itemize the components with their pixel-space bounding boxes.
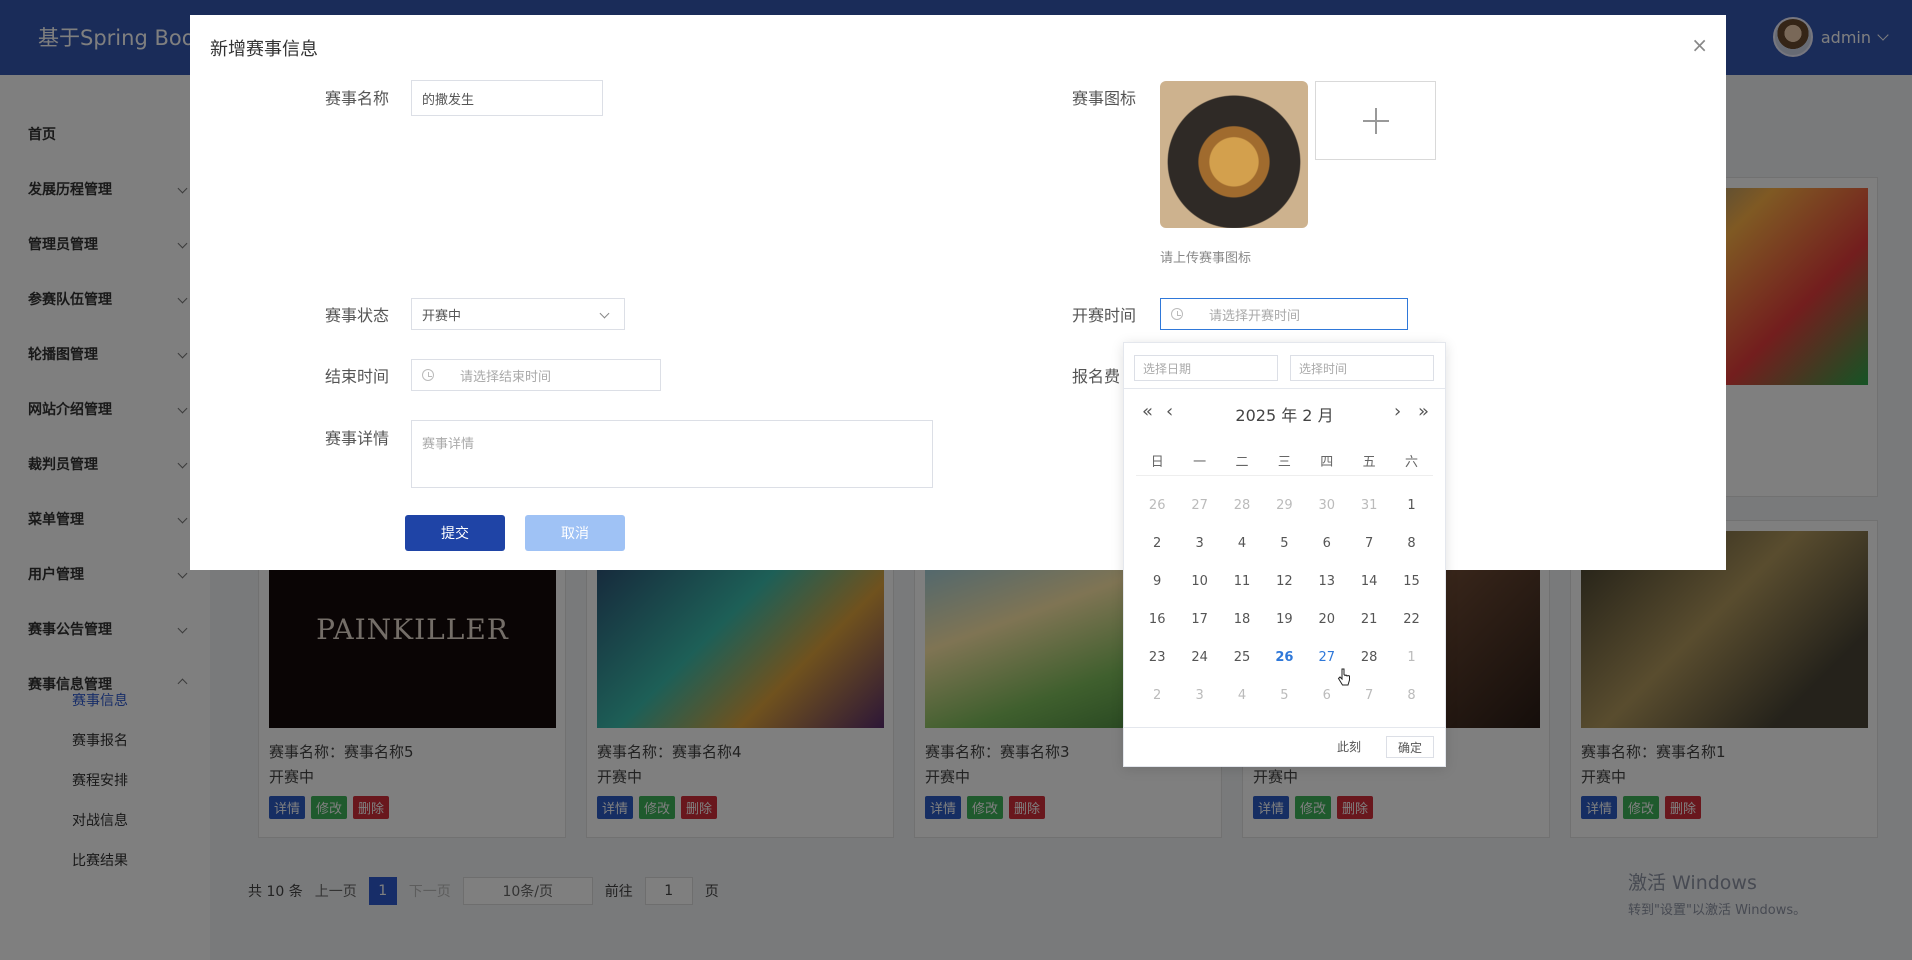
now-button[interactable]: 此刻 bbox=[1337, 738, 1361, 755]
calendar-day[interactable]: 9 bbox=[1136, 574, 1178, 589]
calendar-day[interactable]: 7 bbox=[1348, 536, 1390, 551]
hand-cursor-icon bbox=[1337, 668, 1350, 686]
calendar-day[interactable]: 14 bbox=[1348, 574, 1390, 589]
calendar-day[interactable]: 31 bbox=[1348, 498, 1390, 513]
calendar-day-hovered[interactable]: 27 bbox=[1306, 650, 1348, 665]
calendar-day[interactable]: 25 bbox=[1221, 650, 1263, 665]
close-icon[interactable]: × bbox=[1691, 33, 1708, 57]
fee-label: 报名费 bbox=[1072, 367, 1121, 386]
clock-icon bbox=[1171, 308, 1183, 320]
calendar-day[interactable]: 1 bbox=[1390, 498, 1432, 513]
calendar-week: 2 3 4 5 6 7 8 bbox=[1136, 676, 1433, 714]
start-time-label: 开赛时间 bbox=[1072, 306, 1137, 325]
calendar-day[interactable]: 17 bbox=[1178, 612, 1220, 627]
calendar-week: 23 24 25 26 27 28 1 bbox=[1136, 638, 1433, 676]
weekday-header: 日 一 二 三 四 五 六 bbox=[1136, 446, 1433, 476]
calendar-day[interactable]: 2 bbox=[1136, 536, 1178, 551]
calendar-day[interactable]: 5 bbox=[1263, 536, 1305, 551]
calendar-day-today[interactable]: 26 bbox=[1263, 650, 1305, 665]
calendar-day[interactable]: 19 bbox=[1263, 612, 1305, 627]
calendar-day[interactable]: 26 bbox=[1136, 498, 1178, 513]
calendar-day[interactable]: 5 bbox=[1263, 688, 1305, 703]
upload-button[interactable] bbox=[1315, 81, 1436, 160]
clock-icon bbox=[422, 369, 434, 381]
add-event-dialog: 新增赛事信息 × 赛事名称 的撒发生 赛事图标 请上传赛事图标 赛事状态 开赛中… bbox=[190, 15, 1726, 570]
calendar-day[interactable]: 13 bbox=[1306, 574, 1348, 589]
chevron-down-icon bbox=[599, 308, 610, 319]
calendar-day[interactable]: 11 bbox=[1221, 574, 1263, 589]
calendar-day[interactable]: 4 bbox=[1221, 688, 1263, 703]
calendar-day[interactable]: 6 bbox=[1306, 688, 1348, 703]
calendar-day[interactable]: 16 bbox=[1136, 612, 1178, 627]
event-status-label: 赛事状态 bbox=[325, 306, 390, 325]
calendar-week: 2 3 4 5 6 7 8 bbox=[1136, 524, 1433, 562]
calendar-day[interactable]: 7 bbox=[1348, 688, 1390, 703]
datetime-picker: 选择日期 选择时间 « ‹ 2025 年 2 月 › » 日 一 二 三 四 五… bbox=[1123, 342, 1446, 767]
confirm-button[interactable]: 确定 bbox=[1386, 736, 1434, 758]
calendar-day[interactable]: 28 bbox=[1348, 650, 1390, 665]
calendar-day[interactable]: 6 bbox=[1306, 536, 1348, 551]
calendar-day[interactable]: 10 bbox=[1178, 574, 1220, 589]
calendar-day[interactable]: 28 bbox=[1221, 498, 1263, 513]
calendar-day[interactable]: 1 bbox=[1390, 650, 1432, 665]
dialog-title: 新增赛事信息 bbox=[210, 39, 318, 60]
event-name-label: 赛事名称 bbox=[325, 89, 390, 108]
event-detail-textarea[interactable]: 赛事详情 bbox=[411, 420, 933, 488]
calendar-grid: 日 一 二 三 四 五 六 26 27 28 29 30 31 1 2 3 4 … bbox=[1136, 446, 1433, 714]
picker-time-input[interactable]: 选择时间 bbox=[1290, 355, 1434, 381]
event-name-input[interactable]: 的撒发生 bbox=[411, 80, 603, 116]
picker-date-input[interactable]: 选择日期 bbox=[1134, 355, 1278, 381]
calendar-day[interactable]: 27 bbox=[1178, 498, 1220, 513]
calendar-day[interactable]: 21 bbox=[1348, 612, 1390, 627]
calendar-day[interactable]: 23 bbox=[1136, 650, 1178, 665]
start-time-input[interactable]: 请选择开赛时间 bbox=[1160, 298, 1408, 330]
event-icon-label: 赛事图标 bbox=[1072, 89, 1137, 108]
calendar-day[interactable]: 12 bbox=[1263, 574, 1305, 589]
calendar-day[interactable]: 15 bbox=[1390, 574, 1432, 589]
calendar-day[interactable]: 29 bbox=[1263, 498, 1305, 513]
picker-footer: 此刻 确定 bbox=[1124, 727, 1445, 767]
calendar-day[interactable]: 8 bbox=[1390, 536, 1432, 551]
next-month-button[interactable]: › bbox=[1394, 401, 1401, 422]
plus-icon bbox=[1362, 107, 1389, 134]
calendar-day[interactable]: 20 bbox=[1306, 612, 1348, 627]
calendar-day[interactable]: 18 bbox=[1221, 612, 1263, 627]
event-status-select[interactable]: 开赛中 bbox=[411, 298, 625, 330]
event-icon-preview[interactable] bbox=[1160, 81, 1308, 228]
event-detail-label: 赛事详情 bbox=[325, 429, 390, 448]
cancel-button[interactable]: 取消 bbox=[525, 515, 625, 551]
calendar-day[interactable]: 8 bbox=[1390, 688, 1432, 703]
end-time-label: 结束时间 bbox=[325, 367, 390, 386]
calendar-week: 16 17 18 19 20 21 22 bbox=[1136, 600, 1433, 638]
calendar-day[interactable]: 22 bbox=[1390, 612, 1432, 627]
calendar-day[interactable]: 3 bbox=[1178, 688, 1220, 703]
calendar-day[interactable]: 4 bbox=[1221, 536, 1263, 551]
calendar-day[interactable]: 2 bbox=[1136, 688, 1178, 703]
submit-button[interactable]: 提交 bbox=[405, 515, 505, 551]
end-time-input[interactable]: 请选择结束时间 bbox=[411, 359, 661, 391]
upload-hint: 请上传赛事图标 bbox=[1160, 251, 1252, 266]
calendar-day[interactable]: 30 bbox=[1306, 498, 1348, 513]
next-year-button[interactable]: » bbox=[1418, 401, 1429, 422]
calendar-week: 9 10 11 12 13 14 15 bbox=[1136, 562, 1433, 600]
calendar-day[interactable]: 24 bbox=[1178, 650, 1220, 665]
calendar-day[interactable]: 3 bbox=[1178, 536, 1220, 551]
calendar-week: 26 27 28 29 30 31 1 bbox=[1136, 486, 1433, 524]
